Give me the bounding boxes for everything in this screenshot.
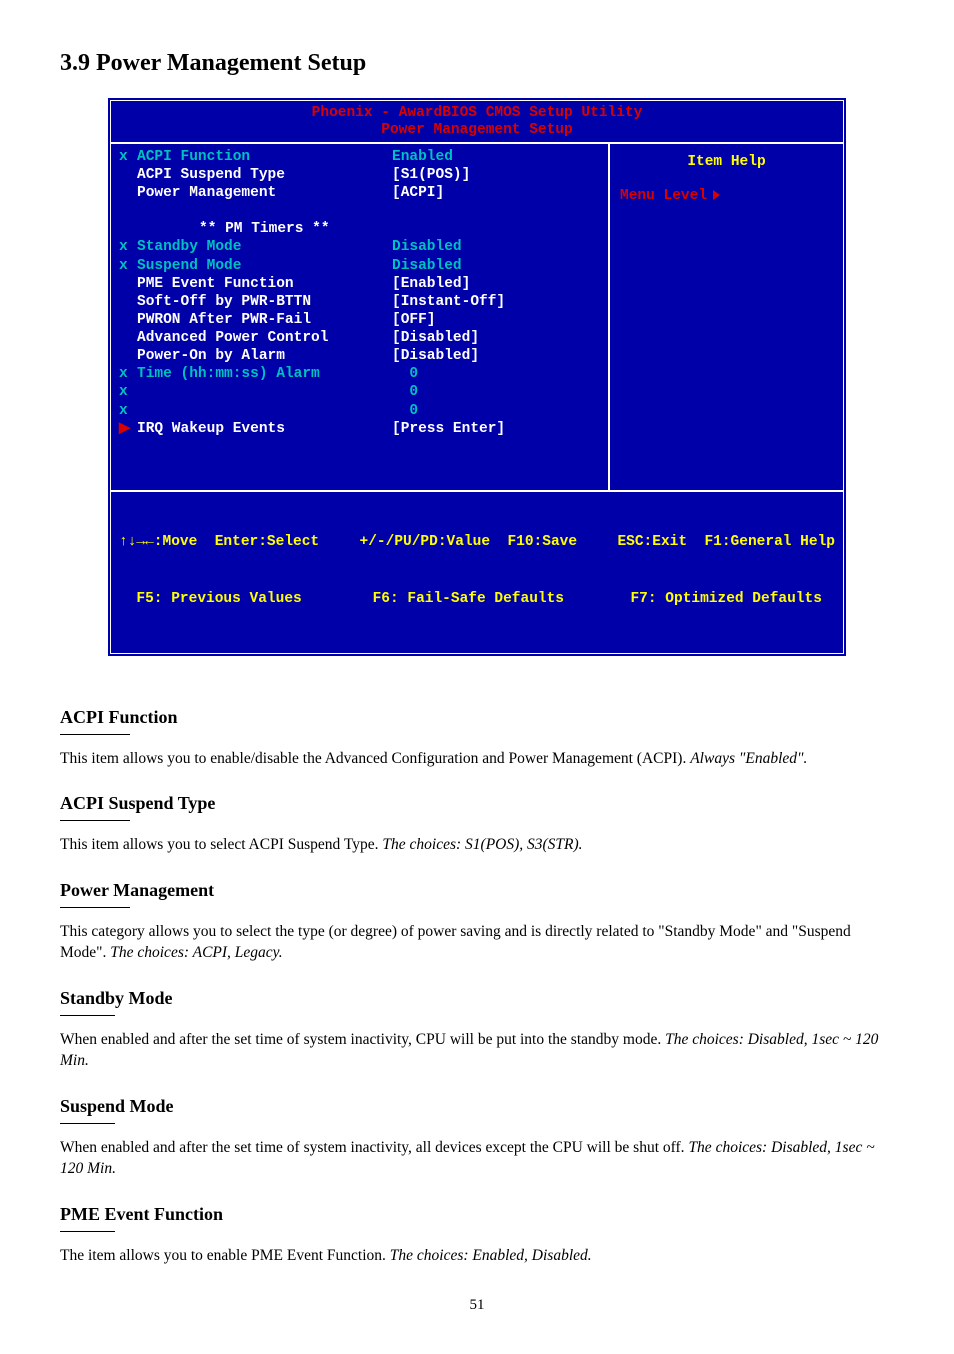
footer-move: ↑↓→←:Move Enter:Select — [119, 533, 319, 552]
bios-help-pane: Item Help Menu Level — [608, 144, 843, 490]
row-marker-icon — [119, 293, 137, 311]
setting-value[interactable]: Disabled — [392, 238, 462, 256]
row-marker-icon: x — [119, 383, 137, 401]
setting-label: Suspend Mode — [137, 257, 392, 275]
footer-col2: +/-/PU/PD:Value F10:Save F6: Fail-Safe D… — [360, 496, 578, 647]
setting-value[interactable]: 0 — [392, 402, 418, 420]
row-marker-icon: x — [119, 402, 137, 420]
chevron-right-icon — [713, 190, 720, 200]
row-marker-icon: x — [119, 365, 137, 383]
row-marker-icon — [119, 347, 137, 365]
section-body: This category allows you to select the t… — [60, 922, 894, 964]
bios-body: xACPI FunctionEnabled ACPI Suspend Type[… — [111, 142, 843, 492]
section-body: When enabled and after the set time of s… — [60, 1138, 894, 1180]
setting-value[interactable]: [Instant-Off] — [392, 293, 505, 311]
footer-value: +/-/PU/PD:Value F10:Save — [360, 533, 578, 552]
footer-f5: F5: Previous Values — [119, 590, 319, 609]
menu-level-label: Menu Level — [620, 188, 707, 204]
setting-label: Power Management — [137, 184, 392, 202]
row-marker-icon — [119, 311, 137, 329]
bios-setting-row[interactable]: Power-On by Alarm[Disabled] — [119, 347, 600, 365]
footer-col3: ESC:Exit F1:General Help F7: Optimized D… — [617, 496, 835, 647]
footer-esc: ESC:Exit F1:General Help — [617, 533, 835, 552]
item-help-title: Item Help — [620, 154, 833, 170]
setting-label — [137, 383, 392, 401]
section-body: The item allows you to enable PME Event … — [60, 1246, 894, 1267]
pm-timers-header: ** PM Timers ** — [119, 220, 600, 238]
bios-setting-row[interactable]: PWRON After PWR-Fail[OFF] — [119, 311, 600, 329]
setting-label: PWRON After PWR-Fail — [137, 311, 392, 329]
bios-setting-row[interactable]: xStandby ModeDisabled — [119, 238, 600, 256]
row-marker-icon — [119, 166, 137, 184]
setting-label: Soft-Off by PWR-BTTN — [137, 293, 392, 311]
row-marker-icon: ▶ — [119, 420, 137, 438]
section-underline — [60, 1231, 115, 1232]
bios-setting-row[interactable]: ▶IRQ Wakeup Events[Press Enter] — [119, 420, 600, 438]
bios-left-pane: xACPI FunctionEnabled ACPI Suspend Type[… — [111, 144, 608, 490]
setting-label: IRQ Wakeup Events — [137, 420, 392, 438]
bios-setting-row[interactable]: x 0 — [119, 383, 600, 401]
section-title: ACPI Function — [60, 707, 894, 728]
setting-label — [137, 402, 392, 420]
section-underline — [60, 1123, 115, 1124]
setting-value[interactable]: Enabled — [392, 148, 453, 166]
setting-value[interactable]: [Disabled] — [392, 347, 479, 365]
page-heading: 3.9 Power Management Setup — [60, 50, 894, 77]
bios-setting-row[interactable]: PME Event Function[Enabled] — [119, 275, 600, 293]
row-marker-icon: x — [119, 257, 137, 275]
setting-value[interactable]: [Disabled] — [392, 329, 479, 347]
setting-label: Power-On by Alarm — [137, 347, 392, 365]
section-underline — [60, 907, 130, 908]
footer-f6: F6: Fail-Safe Defaults — [360, 590, 578, 609]
setting-label: PME Event Function — [137, 275, 392, 293]
section-title: Power Management — [60, 880, 894, 901]
section-underline — [60, 820, 130, 821]
setting-value[interactable]: [ACPI] — [392, 184, 444, 202]
row-marker-icon — [119, 329, 137, 347]
section-body: This item allows you to enable/disable t… — [60, 749, 894, 770]
setting-label: Advanced Power Control — [137, 329, 392, 347]
setting-label: Time (hh:mm:ss) Alarm — [137, 365, 392, 383]
setting-label: ACPI Function — [137, 148, 392, 166]
setting-label: ACPI Suspend Type — [137, 166, 392, 184]
bios-title-line2: Power Management Setup — [111, 122, 843, 139]
page-number: 51 — [60, 1297, 894, 1314]
bios-setting-row[interactable]: Advanced Power Control[Disabled] — [119, 329, 600, 347]
bios-setting-row[interactable]: Soft-Off by PWR-BTTN[Instant-Off] — [119, 293, 600, 311]
setting-value[interactable]: [Press Enter] — [392, 420, 505, 438]
setting-value[interactable]: Disabled — [392, 257, 462, 275]
bios-setting-row[interactable]: ACPI Suspend Type[S1(POS)] — [119, 166, 600, 184]
bios-setting-row[interactable]: xTime (hh:mm:ss) Alarm 0 — [119, 365, 600, 383]
section-underline — [60, 734, 130, 735]
bios-setting-row[interactable]: xSuspend ModeDisabled — [119, 257, 600, 275]
row-marker-icon — [119, 184, 137, 202]
setting-value[interactable]: 0 — [392, 383, 418, 401]
section-underline — [60, 1015, 115, 1016]
bios-setting-row[interactable]: xACPI FunctionEnabled — [119, 148, 600, 166]
bios-setting-row[interactable]: x 0 — [119, 402, 600, 420]
footer-col1: ↑↓→←:Move Enter:Select F5: Previous Valu… — [119, 496, 319, 647]
bios-title: Phoenix - AwardBIOS CMOS Setup Utility P… — [111, 101, 843, 142]
bios-title-line1: Phoenix - AwardBIOS CMOS Setup Utility — [111, 105, 843, 122]
bios-footer: ↑↓→←:Move Enter:Select F5: Previous Valu… — [111, 492, 843, 653]
row-marker-icon — [119, 275, 137, 293]
row-marker-icon: x — [119, 238, 137, 256]
setting-value[interactable]: 0 — [392, 365, 418, 383]
blank-row — [119, 202, 600, 220]
section-title: Standby Mode — [60, 988, 894, 1009]
section-title: ACPI Suspend Type — [60, 793, 894, 814]
setting-value[interactable]: [OFF] — [392, 311, 436, 329]
section-title: PME Event Function — [60, 1204, 894, 1225]
section-title: Suspend Mode — [60, 1096, 894, 1117]
setting-value[interactable]: [S1(POS)] — [392, 166, 470, 184]
setting-value[interactable]: [Enabled] — [392, 275, 470, 293]
section-body: This item allows you to select ACPI Susp… — [60, 835, 894, 856]
bios-setting-row[interactable]: Power Management[ACPI] — [119, 184, 600, 202]
row-marker-icon: x — [119, 148, 137, 166]
menu-level: Menu Level — [620, 188, 833, 204]
section-body: When enabled and after the set time of s… — [60, 1030, 894, 1072]
footer-f7: F7: Optimized Defaults — [617, 590, 835, 609]
bios-screenshot: Phoenix - AwardBIOS CMOS Setup Utility P… — [107, 97, 847, 657]
setting-label: Standby Mode — [137, 238, 392, 256]
